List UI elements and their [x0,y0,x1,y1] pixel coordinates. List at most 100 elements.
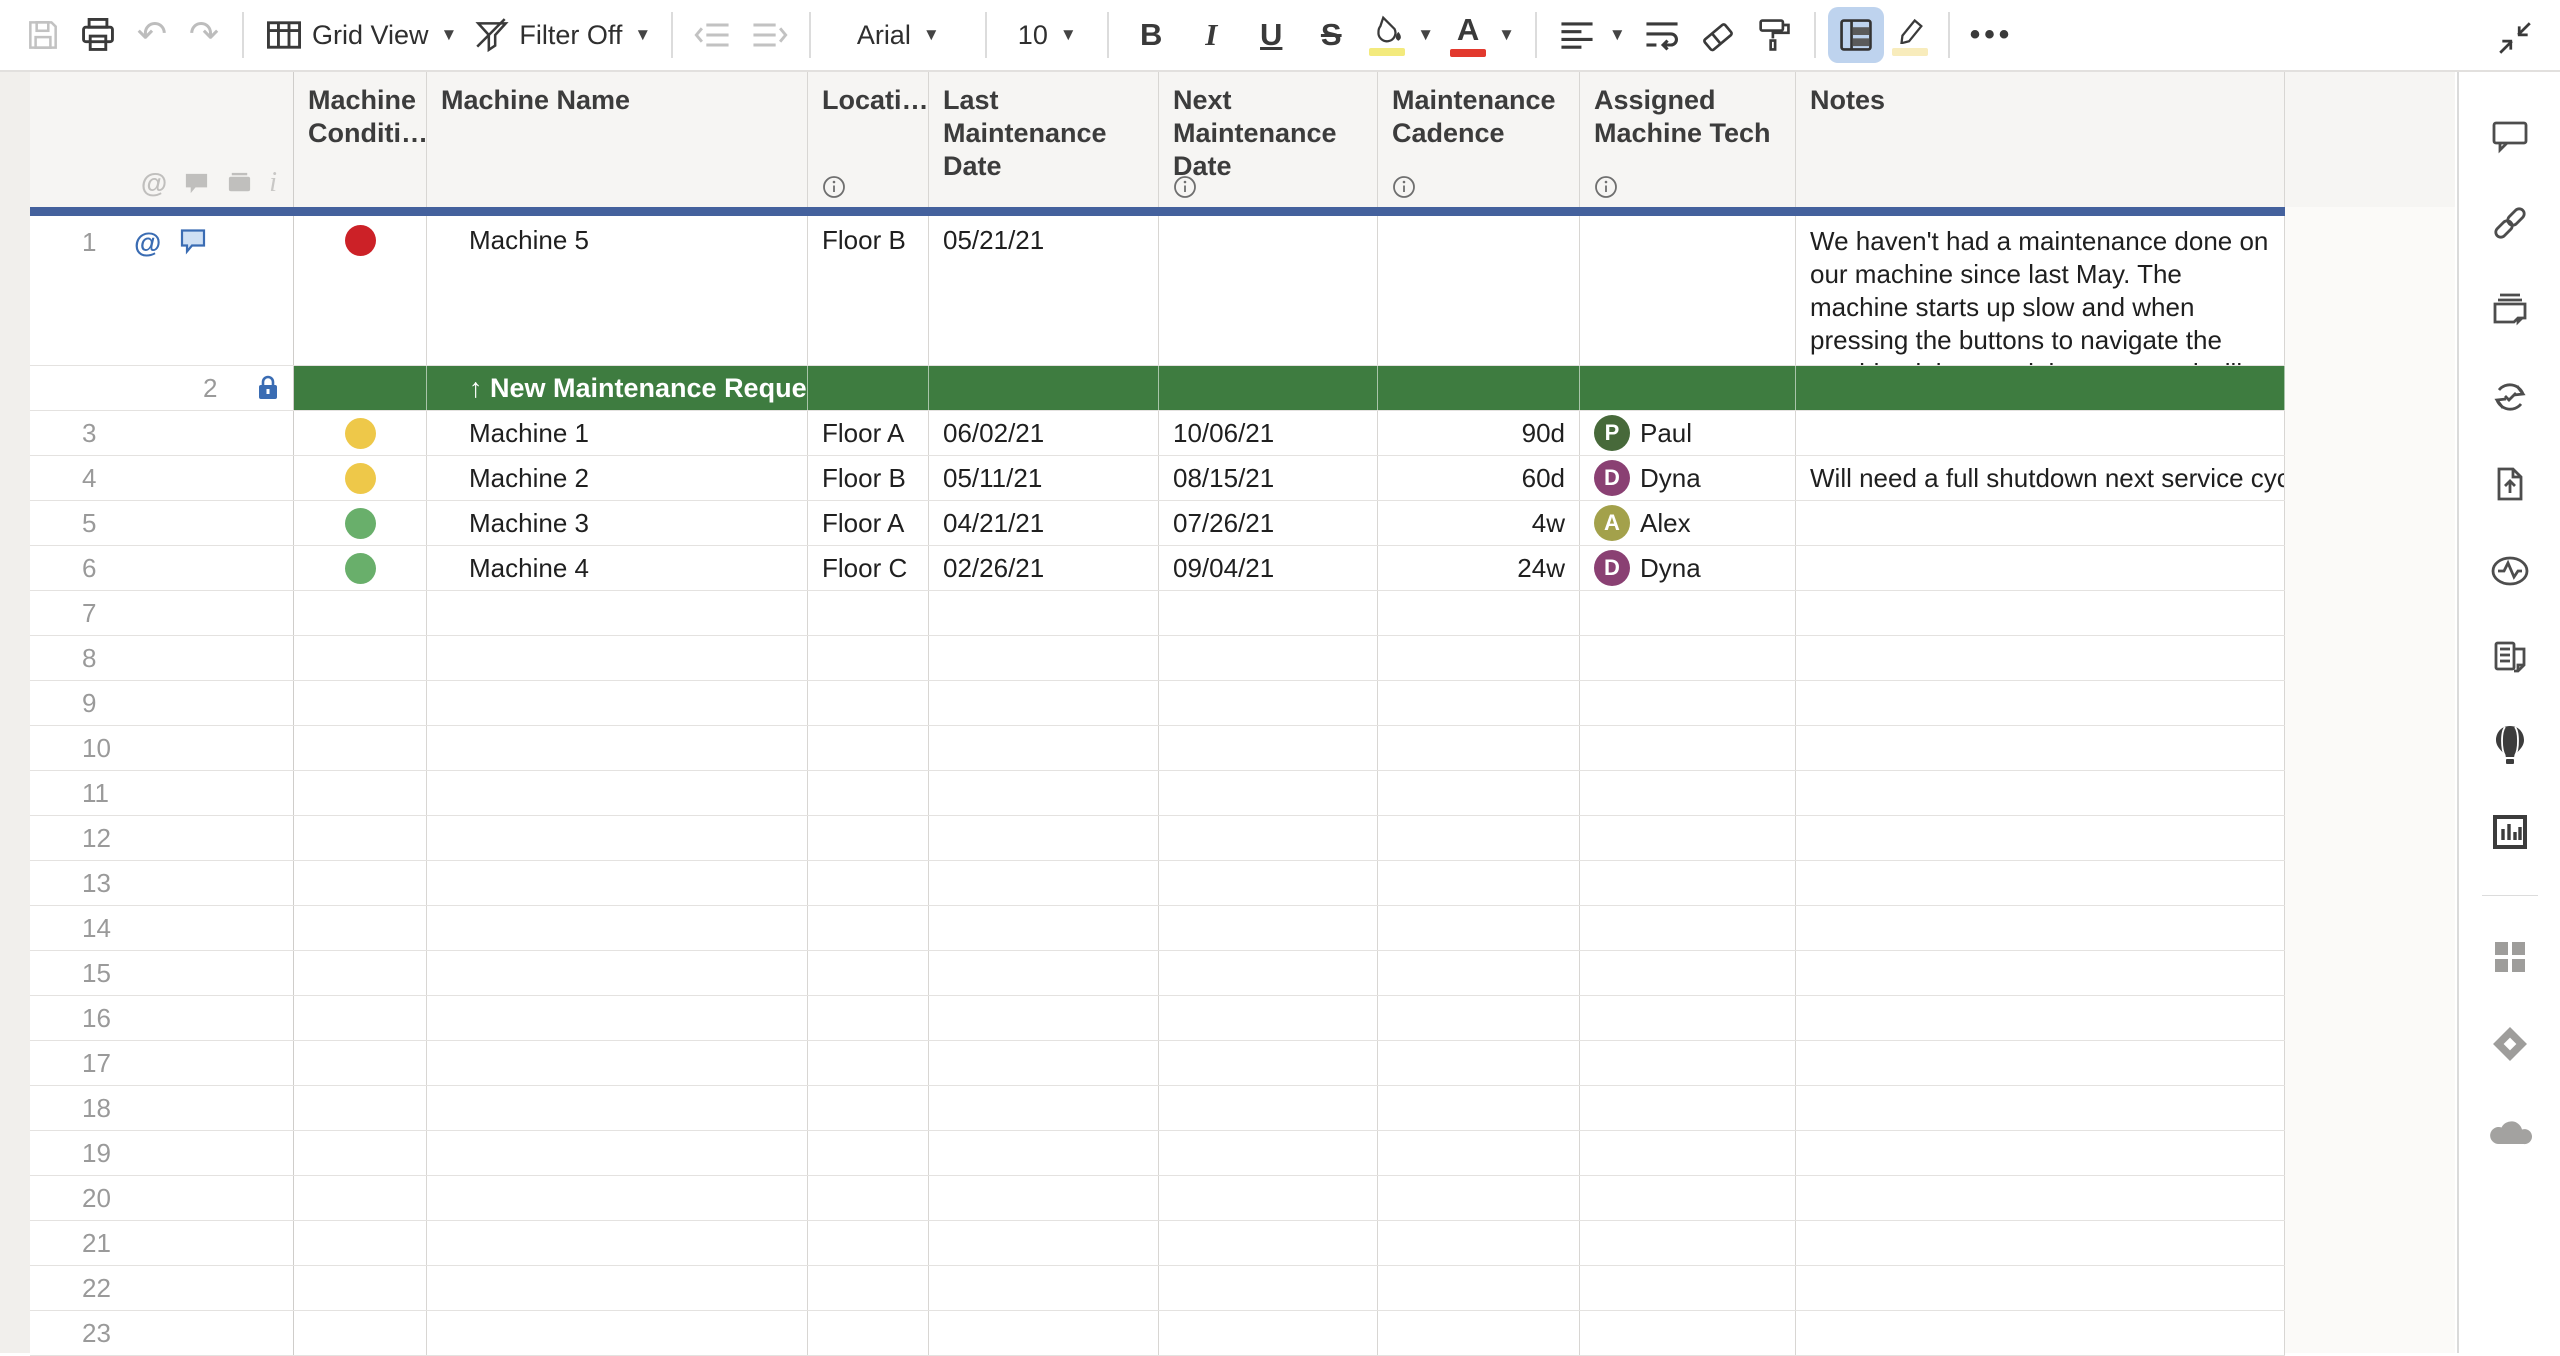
row-number[interactable]: 13 [30,861,294,905]
cell-assigned-machine-tech[interactable] [1580,1131,1796,1175]
cell-assigned-machine-tech[interactable]: P Paul [1580,411,1796,455]
cell-notes[interactable] [1796,1131,2285,1175]
row-number[interactable]: 22 [30,1266,294,1310]
cell-notes[interactable] [1796,951,2285,995]
cell-machine-condition[interactable] [294,1311,427,1355]
fill-color-button[interactable]: ▼ [1361,7,1442,63]
cell-machine-condition[interactable] [294,681,427,725]
cell-assigned-machine-tech[interactable] [1580,816,1796,860]
cell-maintenance-cadence[interactable] [1378,1131,1580,1175]
cell-machine-name[interactable] [427,771,808,815]
column-header-machine-condition[interactable]: Machine Conditi… [294,72,427,207]
cell-machine-name[interactable] [427,1221,808,1265]
cell-notes[interactable] [1796,366,2285,410]
cell-last-maintenance-date[interactable] [929,591,1159,635]
cell-assigned-machine-tech[interactable] [1580,216,1796,365]
cell-next-maintenance-date[interactable]: 07/26/21 [1159,501,1378,545]
outdent-button[interactable] [685,7,741,63]
cell-assigned-machine-tech[interactable] [1580,726,1796,770]
cell-last-maintenance-date[interactable] [929,1086,1159,1130]
activity-log-button[interactable] [2482,543,2538,599]
cell-machine-name[interactable] [427,1131,808,1175]
cell-maintenance-cadence[interactable]: 24w [1378,546,1580,590]
formatting-panel-toggle[interactable] [1828,7,1884,63]
cell-next-maintenance-date[interactable] [1159,816,1378,860]
cell-machine-condition[interactable] [294,996,427,1040]
cell-last-maintenance-date[interactable]: 05/11/21 [929,456,1159,500]
cell-maintenance-cadence[interactable] [1378,951,1580,995]
cell-maintenance-cadence[interactable] [1378,1176,1580,1220]
row-number-header[interactable]: @ i [30,72,294,207]
row-number[interactable]: 11 [30,771,294,815]
cell-maintenance-cadence[interactable] [1378,1041,1580,1085]
highlight-changes-button[interactable] [1884,7,1936,63]
cell-maintenance-cadence[interactable] [1378,366,1580,410]
cell-assigned-machine-tech[interactable] [1580,1176,1796,1220]
cell-machine-condition[interactable] [294,501,427,545]
cell-machine-condition[interactable] [294,591,427,635]
row-number[interactable]: 19 [30,1131,294,1175]
attachments-button[interactable] [2482,195,2538,251]
cell-location[interactable] [808,1176,929,1220]
indent-button[interactable] [741,7,797,63]
cell-next-maintenance-date[interactable] [1159,996,1378,1040]
column-header-assigned-machine-tech[interactable]: Assigned Machine Tech [1580,72,1796,207]
cell-assigned-machine-tech[interactable] [1580,861,1796,905]
cell-machine-name[interactable] [427,861,808,905]
cell-last-maintenance-date[interactable]: 04/21/21 [929,501,1159,545]
font-color-button[interactable]: A ▼ [1442,7,1523,63]
row-number[interactable]: 17 [30,1041,294,1085]
row-number[interactable]: 23 [30,1311,294,1355]
cell-location[interactable]: Floor A [808,501,929,545]
cell-next-maintenance-date[interactable]: 10/06/21 [1159,411,1378,455]
italic-button[interactable]: I [1181,7,1241,63]
row-number[interactable]: 12 [30,816,294,860]
cell-maintenance-cadence[interactable] [1378,726,1580,770]
cell-assigned-machine-tech[interactable] [1580,1221,1796,1265]
cell-machine-condition[interactable] [294,726,427,770]
cell-last-maintenance-date[interactable] [929,726,1159,770]
attachment-icon[interactable]: @ [134,229,161,257]
cell-notes[interactable] [1796,816,2285,860]
learning-center-button[interactable] [2482,717,2538,773]
cell-last-maintenance-date[interactable] [929,1131,1159,1175]
cell-location[interactable]: Floor B [808,456,929,500]
cell-location[interactable] [808,726,929,770]
cell-maintenance-cadence[interactable]: 4w [1378,501,1580,545]
cell-machine-name[interactable] [427,816,808,860]
cell-maintenance-cadence[interactable] [1378,1086,1580,1130]
info-icon[interactable] [1173,175,1197,199]
cell-machine-name[interactable] [427,1311,808,1355]
cell-notes[interactable] [1796,1266,2285,1310]
cell-maintenance-cadence[interactable] [1378,996,1580,1040]
cell-next-maintenance-date[interactable] [1159,366,1378,410]
cell-machine-condition[interactable] [294,771,427,815]
cell-notes[interactable] [1796,996,2285,1040]
cell-notes[interactable] [1796,411,2285,455]
cell-machine-name[interactable] [427,1266,808,1310]
cell-assigned-machine-tech[interactable] [1580,951,1796,995]
info-icon[interactable] [822,175,846,199]
view-switcher[interactable]: Grid View ▼ [256,7,465,63]
cell-last-maintenance-date[interactable] [929,1311,1159,1355]
cell-last-maintenance-date[interactable] [929,681,1159,725]
cell-machine-name[interactable] [427,726,808,770]
cell-location[interactable] [808,1086,929,1130]
cell-machine-condition[interactable] [294,906,427,950]
cell-maintenance-cadence[interactable] [1378,216,1580,365]
cell-notes[interactable] [1796,861,2285,905]
cell-last-maintenance-date[interactable] [929,906,1159,950]
cell-location[interactable] [808,636,929,680]
cell-notes[interactable] [1796,1086,2285,1130]
column-header-last-maintenance-date[interactable]: Last Maintenance Date [929,72,1159,207]
cell-machine-condition[interactable] [294,546,427,590]
cell-location[interactable] [808,906,929,950]
cell-maintenance-cadence[interactable] [1378,1311,1580,1355]
cell-next-maintenance-date[interactable] [1159,1311,1378,1355]
cell-location[interactable] [808,1266,929,1310]
row-number[interactable]: 9 [30,681,294,725]
cell-location[interactable] [808,996,929,1040]
cell-last-maintenance-date[interactable]: 05/21/21 [929,216,1159,365]
cell-next-maintenance-date[interactable] [1159,1086,1378,1130]
cell-next-maintenance-date[interactable]: 08/15/21 [1159,456,1378,500]
